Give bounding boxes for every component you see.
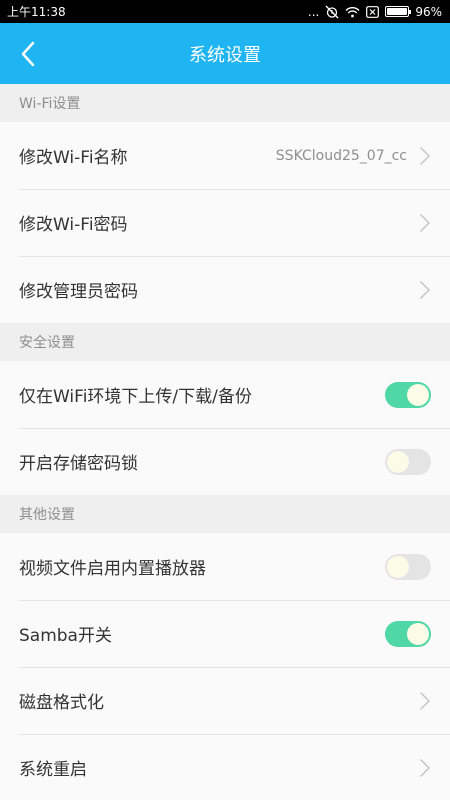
settings-row[interactable]: 磁盘格式化 — [0, 667, 450, 734]
settings-row-accessory — [385, 620, 431, 647]
settings-row[interactable]: 修改Wi-Fi名称 SSKCloud25_07_cc — [0, 122, 450, 189]
status-time: 上午11:38 — [7, 5, 66, 19]
status-dots: ... — [307, 4, 320, 19]
status-icons: ... 96% — [308, 5, 442, 19]
chevron-right-icon — [419, 213, 431, 233]
toggle-switch[interactable] — [385, 553, 431, 580]
toggle-switch[interactable] — [385, 448, 431, 475]
toggle-switch[interactable] — [385, 620, 431, 647]
settings-row-label: 磁盘格式化 — [19, 693, 104, 713]
settings-row-accessory: SSKCloud25_07_cc — [276, 146, 431, 166]
settings-row[interactable]: 修改管理员密码 — [0, 256, 450, 323]
toggle-knob — [407, 383, 429, 406]
settings-row[interactable]: 仅在WiFi环境下上传/下载/备份 — [0, 361, 450, 428]
battery-percent: 96% — [415, 4, 442, 19]
app-bar: 系统设置 — [0, 23, 450, 84]
battery-level — [387, 8, 407, 15]
wifi-icon — [345, 6, 360, 18]
settings-row[interactable]: 视频文件启用内置播放器 — [0, 533, 450, 600]
chevron-right-icon — [419, 280, 431, 300]
settings-row-accessory — [385, 448, 431, 475]
settings-row-accessory — [385, 553, 431, 580]
settings-row-value: SSKCloud25_07_cc — [275, 147, 407, 164]
settings-row-accessory — [419, 280, 431, 300]
toggle-knob — [387, 555, 409, 578]
toggle-knob — [387, 450, 409, 473]
settings-row-label: 系统重启 — [19, 760, 87, 780]
battery-icon — [385, 6, 412, 17]
settings-list: Wi-Fi设置修改Wi-Fi名称 SSKCloud25_07_cc 修改Wi-Fi密… — [0, 84, 450, 800]
toggle-knob — [407, 622, 429, 645]
settings-row-accessory — [385, 381, 431, 408]
settings-row-accessory — [419, 758, 431, 778]
settings-row-label: 视频文件启用内置播放器 — [19, 559, 206, 579]
settings-row-label: 修改Wi-Fi名称 — [19, 148, 128, 168]
alarm-off-icon — [325, 5, 339, 19]
chevron-right-icon — [419, 758, 431, 778]
settings-row[interactable]: 开启存储密码锁 — [0, 428, 450, 495]
chevron-right-icon — [419, 691, 431, 711]
settings-row-label: 修改Wi-Fi密码 — [19, 215, 128, 235]
settings-row-label: 修改管理员密码 — [19, 282, 138, 302]
chevron-right-icon — [419, 146, 431, 166]
back-arrow-icon — [21, 41, 35, 66]
settings-row-accessory — [419, 691, 431, 711]
back-button[interactable] — [10, 23, 46, 84]
status-bar: 上午11:38 ... 96% — [0, 0, 450, 23]
settings-row-accessory — [419, 213, 431, 233]
settings-row-label: 仅在WiFi环境下上传/下载/备份 — [19, 387, 252, 407]
section-header: 安全设置 — [0, 323, 450, 361]
settings-row[interactable]: 修改Wi-Fi密码 — [0, 189, 450, 256]
page-title: 系统设置 — [189, 44, 261, 66]
toggle-switch[interactable] — [385, 381, 431, 408]
section-header: 其他设置 — [0, 495, 450, 533]
settings-row[interactable]: 系统重启 — [0, 734, 450, 800]
section-header: Wi-Fi设置 — [0, 84, 450, 122]
settings-row-label: Samba开关 — [19, 626, 112, 646]
settings-row-label: 开启存储密码锁 — [19, 454, 138, 474]
no-sim-icon — [366, 5, 380, 18]
settings-row[interactable]: Samba开关 — [0, 600, 450, 667]
